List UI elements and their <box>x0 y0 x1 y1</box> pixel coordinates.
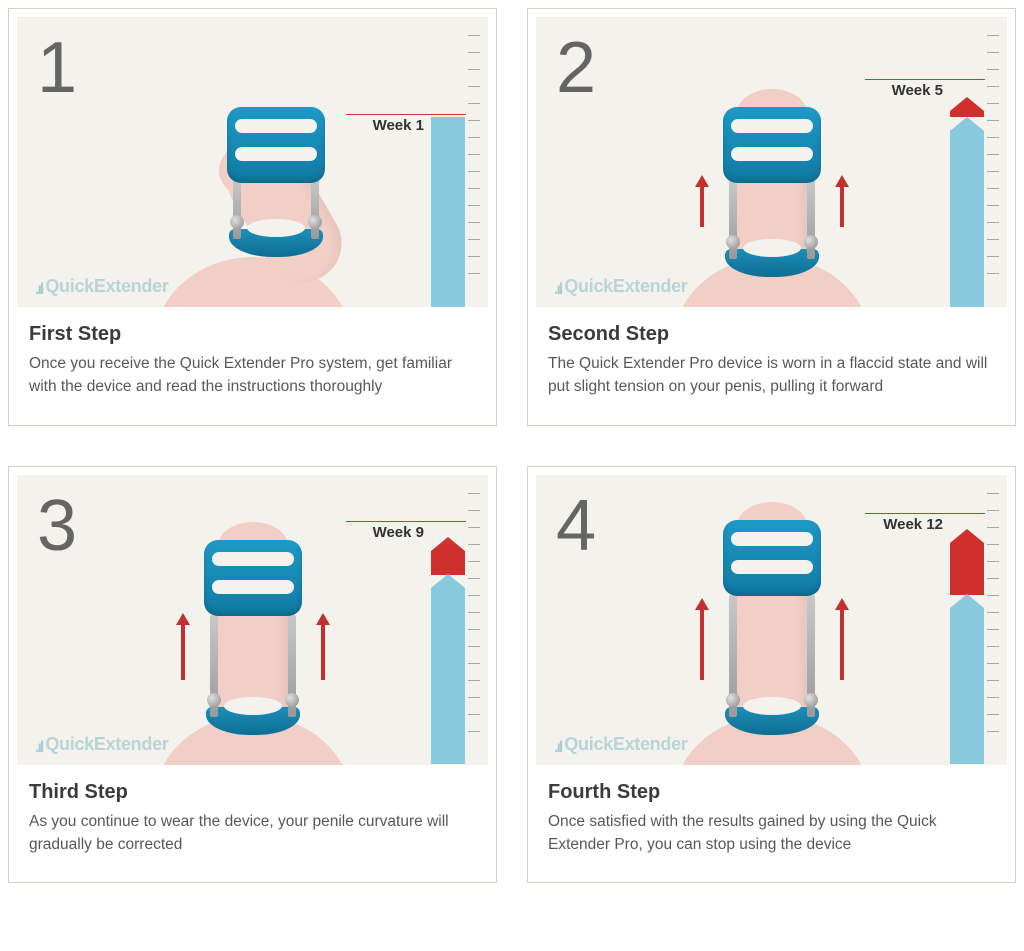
step-number: 4 <box>556 485 596 567</box>
step-number: 2 <box>556 27 596 109</box>
step-body: Once you receive the Quick Extender Pro … <box>29 352 476 399</box>
step-title: Third Step <box>29 781 476 804</box>
step-body: As you continue to wear the device, your… <box>29 810 476 857</box>
step-number: 1 <box>37 27 77 109</box>
up-arrow-icon <box>835 598 849 680</box>
step-body: The Quick Extender Pro device is worn in… <box>548 352 995 399</box>
extender-device <box>725 107 819 277</box>
step-illustration-2: 2 <box>536 17 1007 307</box>
watermark: .ılQuickExtender <box>554 276 688 299</box>
up-arrow-icon <box>316 613 330 680</box>
progress-scale: Week 5 <box>929 69 999 307</box>
week-label: Week 1 <box>373 117 424 134</box>
step-caption: First Step Once you receive the Quick Ex… <box>17 307 488 417</box>
progress-scale: Week 1 <box>410 69 480 307</box>
week-label: Week 5 <box>892 82 943 99</box>
extender-device <box>229 107 323 257</box>
step-illustration-3: 3 <box>17 475 488 765</box>
step-card-2: 2 <box>527 8 1016 426</box>
up-arrow-icon <box>176 613 190 680</box>
step-illustration-4: 4 <box>536 475 1007 765</box>
step-caption: Third Step As you continue to wear the d… <box>17 765 488 875</box>
step-body: Once satisfied with the results gained b… <box>548 810 995 857</box>
step-card-3: 3 <box>8 466 497 884</box>
progress-scale: Week 9 <box>410 527 480 765</box>
up-arrow-icon <box>695 598 709 680</box>
step-title: Second Step <box>548 323 995 346</box>
progress-scale: Week 12 <box>929 527 999 765</box>
step-illustration-1: 1 Week 1 .ılQui <box>17 17 488 307</box>
up-arrow-icon <box>835 175 849 227</box>
step-caption: Second Step The Quick Extender Pro devic… <box>536 307 1007 417</box>
week-label: Week 12 <box>883 516 943 533</box>
extender-device <box>725 520 819 735</box>
step-title: First Step <box>29 323 476 346</box>
watermark: .ılQuickExtender <box>35 734 169 757</box>
up-arrow-icon <box>695 175 709 227</box>
step-caption: Fourth Step Once satisfied with the resu… <box>536 765 1007 875</box>
step-card-4: 4 <box>527 466 1016 884</box>
step-card-1: 1 Week 1 .ılQui <box>8 8 497 426</box>
watermark: .ılQuickExtender <box>554 734 688 757</box>
step-number: 3 <box>37 485 77 567</box>
step-title: Fourth Step <box>548 781 995 804</box>
extender-device <box>206 540 300 735</box>
steps-grid: 1 Week 1 .ılQui <box>8 8 1016 883</box>
week-label: Week 9 <box>373 524 424 541</box>
watermark: .ılQuickExtender <box>35 276 169 299</box>
